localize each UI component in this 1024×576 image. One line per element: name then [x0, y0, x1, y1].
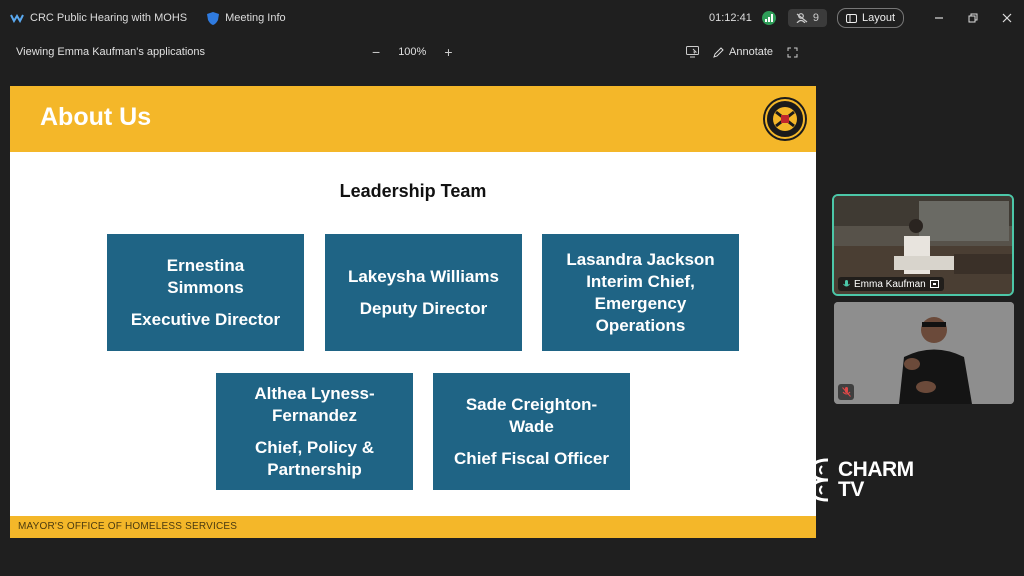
watermark-line2: TV — [838, 478, 864, 501]
leader-name: Lasandra Jackson — [566, 249, 715, 269]
screen-share-icon — [929, 280, 939, 288]
leader-name: Ernestina Simmons — [166, 255, 245, 297]
webex-app-icon — [10, 14, 24, 23]
muted-mic-icon — [838, 384, 854, 400]
mic-icon — [843, 279, 850, 286]
zoom-level: 100% — [398, 46, 427, 58]
slide-footer-band: MAYOR'S OFFICE OF HOMELESS SERVICES — [10, 516, 816, 538]
layout-button[interactable]: Layout — [836, 8, 904, 28]
leader-card: Sade Creighton-Wade Chief Fiscal Officer — [433, 373, 630, 490]
restore-icon — [968, 13, 978, 23]
restore-button[interactable] — [956, 0, 990, 36]
zoom-in-button[interactable]: + — [444, 44, 452, 60]
leadership-team-heading: Leadership Team — [339, 181, 487, 201]
leader-role: Chief, Policy & Partnership — [254, 437, 375, 479]
hidden-people-icon — [796, 13, 808, 23]
slide-title: About Us — [40, 103, 152, 131]
leader-role: Executive Director — [130, 309, 281, 329]
leader-card: Althea Lyness-Fernandez Chief, Policy & … — [216, 373, 413, 490]
interpreter-video — [834, 302, 1014, 404]
participants-button[interactable]: 9 — [787, 9, 827, 27]
participant-video-tile-active[interactable]: Emma Kaufman — [832, 194, 1014, 296]
pen-icon — [713, 46, 724, 58]
connection-signal-icon[interactable] — [761, 11, 776, 25]
leader-name: Lakeysha Williams — [347, 266, 500, 286]
layout-label: Layout — [861, 12, 895, 24]
leader-role: Deputy Director — [359, 298, 488, 318]
leader-card: Lakeysha Williams Deputy Director — [325, 234, 522, 351]
watermark-line1: CHARM — [838, 458, 914, 481]
charm-tv-watermark: CHARM TV — [808, 456, 914, 504]
close-icon — [1002, 13, 1012, 23]
annotate-button[interactable]: Annotate — [713, 46, 773, 58]
shared-slide: About Us Leadership Team Ernestina Simmo… — [10, 86, 816, 538]
viewing-status: Viewing Emma Kaufman's applications — [16, 46, 205, 58]
leader-card: Lasandra Jackson Interim Chief, Emergenc… — [542, 234, 739, 351]
participant-video-tile-interpreter[interactable] — [834, 302, 1014, 404]
leader-role: Interim Chief, Emergency Operations — [586, 271, 695, 335]
participants-count: 9 — [812, 12, 819, 24]
meeting-info-link[interactable]: Meeting Info — [225, 12, 286, 24]
leader-name: Althea Lyness-Fernandez — [254, 383, 375, 425]
slide-footer-text: MAYOR'S OFFICE OF HOMELESS SERVICES — [18, 521, 238, 532]
fullscreen-icon[interactable] — [787, 47, 798, 58]
minimize-icon — [935, 17, 943, 19]
meeting-title: CRC Public Hearing with MOHS — [30, 12, 188, 24]
close-button[interactable] — [990, 0, 1024, 36]
leader-card: Ernestina Simmons Executive Director — [107, 234, 304, 351]
meeting-timer: 01:12:41 — [709, 12, 752, 24]
remote-control-icon[interactable] — [686, 46, 699, 58]
annotate-label: Annotate — [729, 46, 774, 58]
zoom-out-button[interactable]: − — [372, 44, 380, 60]
title-bar: CRC Public Hearing with MOHS Meeting Inf… — [0, 0, 1024, 36]
minimize-button[interactable] — [922, 0, 956, 36]
speaker-name-tag: Emma Kaufman — [838, 277, 944, 291]
leader-name: Sade Creighton-Wade — [465, 394, 598, 436]
shield-icon[interactable] — [207, 11, 220, 25]
city-seal-icon — [763, 97, 807, 141]
charm-tv-logo-icon — [810, 458, 829, 502]
leader-role: Chief Fiscal Officer — [454, 448, 609, 468]
share-toolbar: Viewing Emma Kaufman's applications − 10… — [0, 36, 1024, 68]
zoom-controls: − 100% + — [372, 44, 453, 60]
layout-icon — [845, 13, 857, 23]
speaker-name: Emma Kaufman — [854, 278, 926, 290]
